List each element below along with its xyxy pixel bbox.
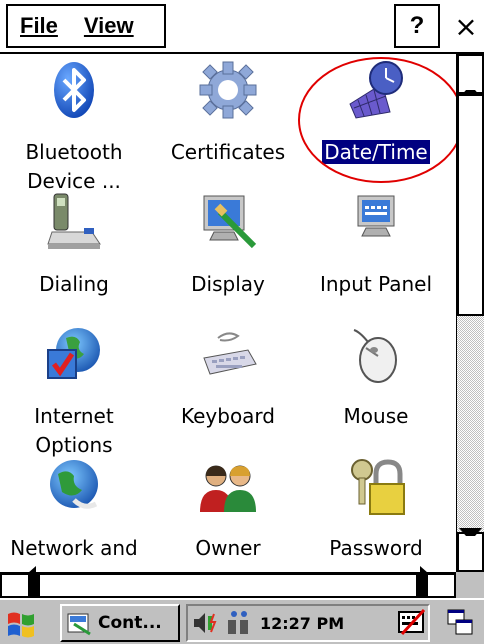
close-button[interactable]: × <box>448 4 484 48</box>
control-panel-content: Bluetooth Device ... Certificates Date/T… <box>0 54 456 572</box>
scroll-up-button[interactable] <box>457 54 484 98</box>
item-label: Display <box>191 272 265 296</box>
item-label: Mouse <box>343 404 409 428</box>
clock[interactable]: 12:27 PM <box>260 614 344 633</box>
keyboard-icon <box>203 332 257 375</box>
item-label: Internet Options <box>34 404 114 457</box>
scroll-down-button[interactable] <box>457 528 484 572</box>
input-panel-toggle-icon[interactable] <box>398 608 426 636</box>
control-panel-icon <box>67 613 91 636</box>
horizontal-scroll-thumb[interactable] <box>38 573 418 598</box>
vertical-scrollbar[interactable] <box>456 54 484 572</box>
task-button-control-panel[interactable]: Cont... <box>60 604 180 642</box>
item-label: Password <box>329 536 423 560</box>
item-display[interactable]: Display <box>154 192 302 322</box>
item-label: Keyboard <box>180 404 275 428</box>
help-button[interactable]: ? <box>394 4 440 48</box>
item-password[interactable]: Password <box>302 456 450 572</box>
desktop-windows-icon[interactable] <box>446 608 476 638</box>
item-label: Certificates <box>170 140 286 164</box>
network-connection-icon[interactable] <box>226 610 252 636</box>
menu-group: File View <box>6 4 166 48</box>
arrow-up-icon <box>459 50 482 98</box>
item-label: Network and <box>10 536 138 560</box>
item-internet-options[interactable]: Internet Options <box>0 324 148 457</box>
dialing-icon <box>47 193 101 249</box>
mouse-icon <box>353 329 397 383</box>
scroll-left-button[interactable] <box>0 566 38 605</box>
item-mouse[interactable]: Mouse <box>302 324 450 454</box>
item-date-time[interactable]: Date/Time <box>302 60 450 190</box>
system-tray: 12:27 PM <box>186 604 430 642</box>
start-windows-flag-icon[interactable] <box>4 606 38 640</box>
item-input-panel[interactable]: Input Panel <box>302 192 450 322</box>
internet-options-icon <box>47 328 100 379</box>
password-icon <box>351 459 405 515</box>
item-label: Dialing <box>39 272 109 296</box>
scroll-right-button[interactable] <box>418 566 456 605</box>
item-network[interactable]: Network and <box>0 456 148 572</box>
item-keyboard[interactable]: Keyboard <box>154 324 302 454</box>
arrow-down-icon <box>459 528 482 576</box>
taskbar: Cont... 12:27 PM <box>0 598 484 644</box>
horizontal-scrollbar[interactable] <box>0 566 456 605</box>
input-panel-icon <box>357 195 395 237</box>
item-label: Date/Time <box>321 139 431 165</box>
menu-view[interactable]: View <box>72 13 148 39</box>
owner-icon <box>200 465 256 512</box>
item-owner[interactable]: Owner <box>154 456 302 572</box>
item-dialing[interactable]: Dialing <box>0 192 148 322</box>
item-label: Owner <box>195 536 261 560</box>
vertical-scroll-thumb[interactable] <box>457 94 484 316</box>
item-label: Bluetooth Device ... <box>25 140 123 193</box>
menu-view-label: View <box>83 13 134 38</box>
date-time-icon <box>349 61 403 119</box>
display-icon <box>203 195 257 249</box>
scrollbar-corner <box>456 572 484 598</box>
bluetooth-icon <box>54 62 94 118</box>
speaker-volume-icon[interactable] <box>192 610 220 636</box>
certificates-icon <box>199 61 257 119</box>
item-certificates[interactable]: Certificates <box>154 60 302 190</box>
network-icon <box>50 460 98 509</box>
item-bluetooth[interactable]: Bluetooth Device ... <box>0 60 148 193</box>
menu-bar: File View ? × <box>0 0 484 54</box>
item-label: Input Panel <box>319 272 433 296</box>
task-button-label: Cont... <box>98 613 162 633</box>
menu-file[interactable]: File <box>8 13 72 39</box>
menu-file-label: File <box>20 13 58 38</box>
